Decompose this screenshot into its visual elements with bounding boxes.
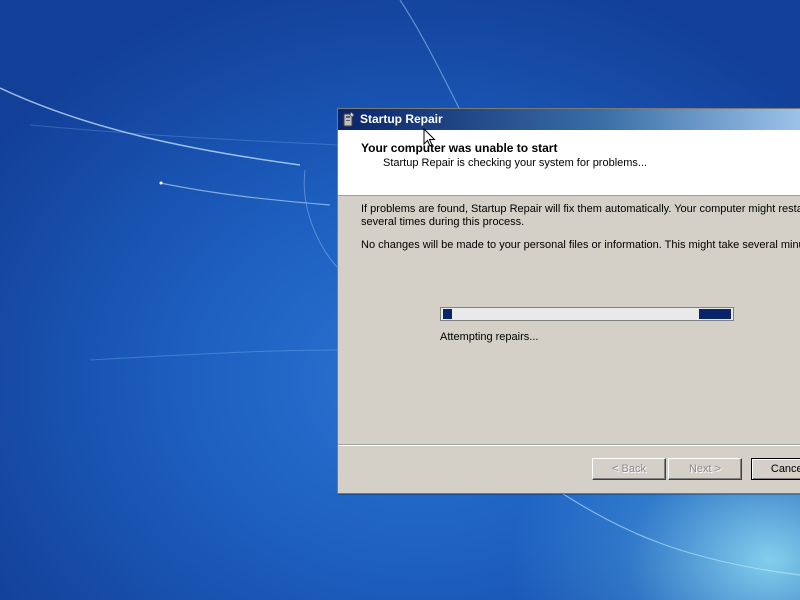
back-button[interactable]: < Back (592, 458, 666, 480)
button-separator (338, 444, 800, 446)
wizard-header: Your computer was unable to start Startu… (338, 130, 800, 196)
info-paragraph: If problems are found, Startup Repair wi… (361, 203, 800, 229)
window-title: Startup Repair (360, 112, 443, 126)
next-button[interactable]: Next > (668, 458, 742, 480)
startup-repair-icon (343, 112, 355, 127)
arrow-cursor-icon (423, 128, 436, 147)
info-line-2: several times during this process. (361, 216, 525, 228)
startup-repair-window: Startup Repair Your computer was unable … (337, 108, 800, 494)
title-bar[interactable]: Startup Repair (338, 109, 800, 130)
progress-segment (443, 309, 452, 319)
progress-segment (699, 309, 731, 319)
progress-bar (440, 307, 734, 321)
header-title: Your computer was unable to start (361, 141, 558, 155)
cancel-button[interactable]: Cancel (751, 458, 800, 480)
no-changes-paragraph: No changes will be made to your personal… (361, 239, 800, 251)
header-subtitle: Startup Repair is checking your system f… (383, 157, 648, 169)
info-line-1: If problems are found, Startup Repair wi… (361, 203, 800, 215)
status-text: Attempting repairs... (440, 331, 539, 343)
